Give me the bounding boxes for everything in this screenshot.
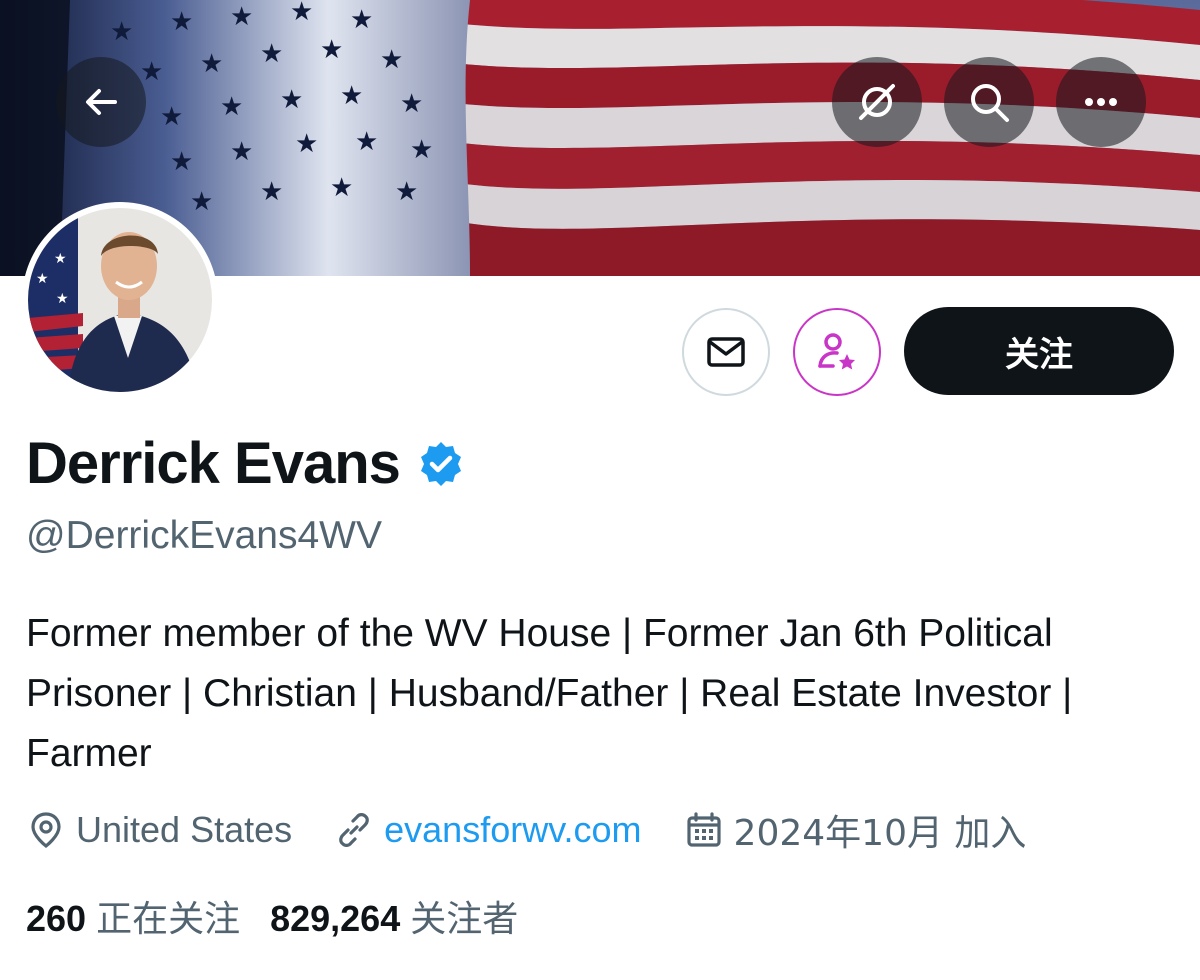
verified-badge-icon[interactable] xyxy=(416,439,466,489)
svg-text:★: ★ xyxy=(220,91,243,121)
svg-text:★: ★ xyxy=(36,270,49,286)
svg-text:★: ★ xyxy=(160,101,183,131)
svg-text:★: ★ xyxy=(330,172,353,202)
location-item: United States xyxy=(26,809,292,851)
svg-text:★: ★ xyxy=(400,88,423,118)
followers-label: 关注者 xyxy=(410,899,519,940)
joined-text: 2024年10月 加入 xyxy=(733,813,1027,854)
svg-text:★: ★ xyxy=(170,6,193,36)
following-label: 正在关注 xyxy=(96,899,241,940)
link-icon xyxy=(339,813,369,847)
location-pin-icon xyxy=(31,812,61,849)
profile-bio: Former member of the WV House | Former J… xyxy=(26,612,1073,775)
display-name: Derrick Evans xyxy=(26,431,401,496)
svg-text:★: ★ xyxy=(260,176,283,206)
svg-text:★: ★ xyxy=(230,1,253,31)
following-stat[interactable]: 260 正在关注 xyxy=(26,890,240,942)
subscribe-user-star-icon xyxy=(818,333,855,370)
subscribe-button[interactable] xyxy=(793,308,881,396)
grok-icon xyxy=(859,84,895,120)
website-item[interactable]: evansforwv.com xyxy=(334,809,642,851)
profile-name-row: Derrick Evans xyxy=(26,430,466,497)
mail-icon xyxy=(707,337,745,367)
grok-button[interactable] xyxy=(832,57,922,147)
svg-text:★: ★ xyxy=(54,250,67,266)
search-icon xyxy=(971,84,1009,122)
svg-text:★: ★ xyxy=(200,48,223,78)
location-text: United States xyxy=(76,809,293,850)
svg-text:★: ★ xyxy=(340,80,363,110)
svg-text:★: ★ xyxy=(380,44,403,74)
followers-stat[interactable]: 829,264 关注者 xyxy=(270,890,518,942)
search-button[interactable] xyxy=(944,57,1034,147)
svg-text:★: ★ xyxy=(280,84,303,114)
more-icon xyxy=(1085,98,1117,106)
calendar-icon xyxy=(686,812,721,847)
arrow-left-icon xyxy=(86,89,117,115)
svg-text:★: ★ xyxy=(230,136,253,166)
svg-text:★: ★ xyxy=(295,128,318,158)
svg-text:★: ★ xyxy=(140,56,163,86)
svg-text:★: ★ xyxy=(410,134,433,164)
following-count: 260 xyxy=(26,898,87,939)
svg-text:★: ★ xyxy=(355,126,378,156)
svg-text:★: ★ xyxy=(290,0,313,26)
follow-button[interactable]: 关注 xyxy=(904,307,1174,395)
joined-item: 2024年10月 加入 xyxy=(684,804,1027,856)
profile-meta-row: United States evansforwv.com 2024年10月 加入 xyxy=(26,804,1068,856)
svg-text:★: ★ xyxy=(260,38,283,68)
followers-count: 829,264 xyxy=(270,898,401,939)
website-link[interactable]: evansforwv.com xyxy=(384,809,641,851)
user-handle: @DerrickEvans4WV xyxy=(26,514,382,557)
back-button[interactable] xyxy=(56,57,146,147)
profile-avatar[interactable]: ★ ★ ★ ★ xyxy=(22,202,218,398)
message-button[interactable] xyxy=(682,308,770,396)
more-button[interactable] xyxy=(1056,57,1146,147)
avatar-photo: ★★★★ xyxy=(28,208,212,392)
svg-text:★: ★ xyxy=(395,176,418,206)
svg-text:★: ★ xyxy=(320,34,343,64)
svg-text:★: ★ xyxy=(190,186,213,216)
follow-stats: 260 正在关注 829,264 关注者 xyxy=(26,890,548,942)
svg-text:★: ★ xyxy=(170,146,193,176)
svg-text:★: ★ xyxy=(350,4,373,34)
svg-text:★: ★ xyxy=(56,290,69,306)
svg-text:★: ★ xyxy=(110,16,133,46)
